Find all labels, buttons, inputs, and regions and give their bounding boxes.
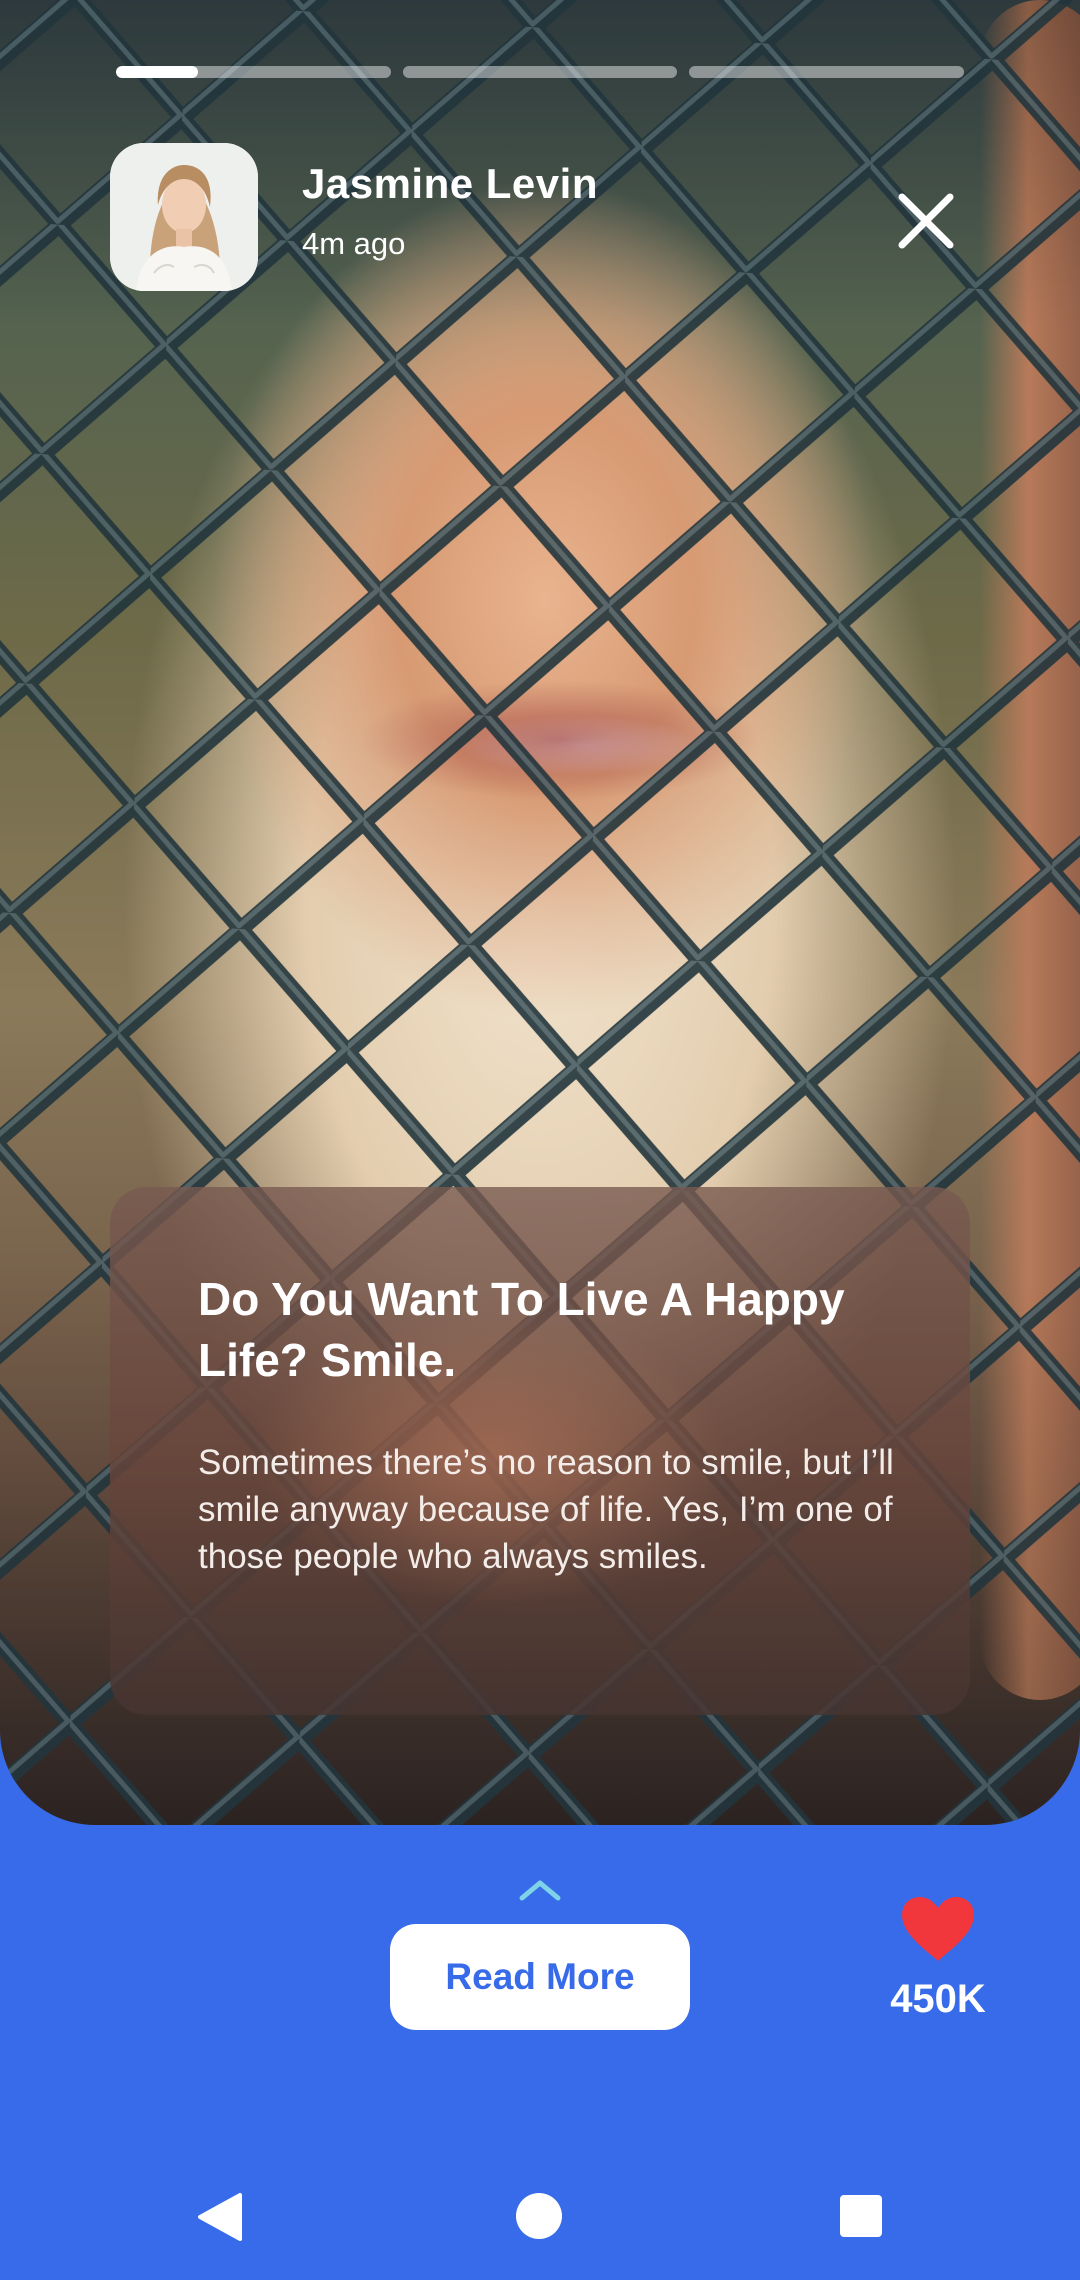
- story-photo[interactable]: Jasmine Levin 4m ago Do You Want To Live…: [0, 0, 1080, 1825]
- like-count: 450K: [890, 1977, 986, 2021]
- recents-icon[interactable]: [840, 2195, 882, 2237]
- back-icon[interactable]: [196, 2192, 244, 2242]
- avatar[interactable]: [110, 143, 258, 291]
- progress-segment: [689, 66, 965, 78]
- user-name[interactable]: Jasmine Levin: [302, 160, 598, 208]
- progress-segment: [116, 66, 391, 78]
- home-icon[interactable]: [516, 2193, 562, 2239]
- close-icon: [898, 193, 954, 249]
- progress-segment: [402, 66, 678, 78]
- like-control: 450K: [878, 1895, 998, 2022]
- caption-title: Do You Want To Live A Happy Life? Smile.: [198, 1273, 845, 1386]
- avatar-portrait: [110, 143, 258, 291]
- read-more-button[interactable]: Read More: [390, 1924, 690, 2030]
- story-screen: Jasmine Levin 4m ago Do You Want To Live…: [0, 0, 1080, 2280]
- heart-icon[interactable]: [900, 1895, 976, 1963]
- caption-card: Do You Want To Live A Happy Life? Smile.…: [110, 1187, 970, 1715]
- close-button[interactable]: [890, 185, 962, 257]
- caption-body: Sometimes there’s no reason to smile, bu…: [198, 1443, 894, 1576]
- chevron-up-icon[interactable]: [518, 1878, 562, 1902]
- system-nav-bar: [0, 2160, 1080, 2280]
- story-progress: [116, 66, 965, 78]
- post-time: 4m ago: [302, 226, 406, 261]
